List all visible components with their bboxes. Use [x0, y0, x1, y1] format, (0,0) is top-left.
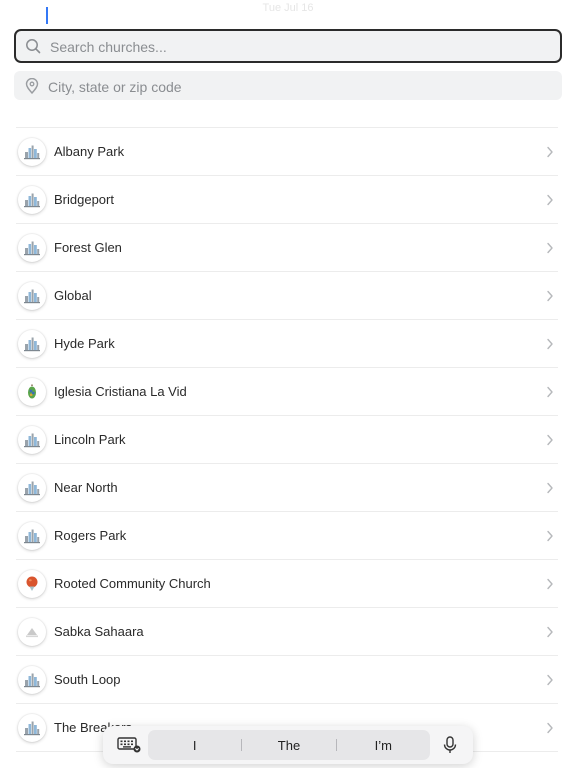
skyline-logo-icon [18, 138, 46, 166]
church-row[interactable]: Forest Glen [16, 224, 558, 272]
church-row[interactable]: Bridgeport [16, 176, 558, 224]
search-icon [26, 39, 41, 54]
vine-logo-icon [18, 378, 46, 406]
church-list: Albany Park Bridgeport Forest Glen Global Hy… [16, 127, 558, 752]
balloon-logo-icon [18, 570, 46, 598]
skyline-logo-icon [18, 474, 46, 502]
skyline-logo-icon [18, 330, 46, 358]
search-field[interactable] [14, 29, 562, 63]
chevron-right-icon [547, 578, 553, 590]
church-row[interactable]: Global [16, 272, 558, 320]
chevron-right-icon [547, 674, 553, 686]
autocorrect-suggestions: I The I’m [148, 730, 430, 760]
status-bar: Tue Jul 16 [0, 0, 576, 18]
text-caret [46, 7, 48, 24]
church-name: Iglesia Cristiana La Vid [54, 384, 187, 399]
suggestion-2[interactable]: The [242, 738, 335, 753]
skyline-logo-icon [18, 666, 46, 694]
search-input[interactable] [48, 31, 552, 63]
church-name: Global [54, 288, 92, 303]
chevron-right-icon [547, 146, 553, 158]
church-name: Forest Glen [54, 240, 122, 255]
chevron-right-icon [547, 434, 553, 446]
church-row[interactable]: South Loop [16, 656, 558, 704]
church-row[interactable]: Sabka Sahaara [16, 608, 558, 656]
suggestion-3[interactable]: I’m [337, 738, 430, 753]
chevron-right-icon [547, 626, 553, 638]
church-row[interactable]: Iglesia Cristiana La Vid [16, 368, 558, 416]
church-name: Rogers Park [54, 528, 127, 543]
church-row[interactable]: Lincoln Park [16, 416, 558, 464]
skyline-logo-icon [18, 714, 46, 742]
skyline-logo-icon [18, 282, 46, 310]
status-bar-date: Tue Jul 16 [262, 2, 314, 14]
keyboard-shortcut-bar: I The I’m [103, 726, 473, 764]
location-input[interactable] [46, 71, 550, 102]
chevron-right-icon [547, 338, 553, 350]
church-name: Sabka Sahaara [54, 624, 144, 639]
suggestion-1[interactable]: I [148, 738, 241, 753]
church-name: Hyde Park [54, 336, 115, 351]
location-pin-icon [25, 78, 39, 94]
chevron-right-icon [547, 194, 553, 206]
church-name: Lincoln Park [54, 432, 126, 447]
chevron-right-icon [547, 722, 553, 734]
church-name: Bridgeport [54, 192, 114, 207]
location-field[interactable] [14, 71, 562, 102]
chevron-right-icon [547, 386, 553, 398]
skyline-logo-icon [18, 522, 46, 550]
church-name: South Loop [54, 672, 121, 687]
chevron-right-icon [547, 530, 553, 542]
community-logo-icon [18, 618, 46, 646]
microphone-icon[interactable] [443, 736, 457, 754]
chevron-right-icon [547, 482, 553, 494]
chevron-right-icon [547, 242, 553, 254]
keyboard-dismiss-icon[interactable] [117, 737, 141, 753]
church-row[interactable]: Rooted Community Church [16, 560, 558, 608]
church-row[interactable]: Albany Park [16, 128, 558, 176]
skyline-logo-icon [18, 234, 46, 262]
church-name: Albany Park [54, 144, 125, 159]
church-name: Near North [54, 480, 118, 495]
church-row[interactable]: Near North [16, 464, 558, 512]
chevron-right-icon [547, 290, 553, 302]
skyline-logo-icon [18, 186, 46, 214]
church-row[interactable]: Rogers Park [16, 512, 558, 560]
church-name: Rooted Community Church [54, 576, 211, 591]
church-row[interactable]: Hyde Park [16, 320, 558, 368]
skyline-logo-icon [18, 426, 46, 454]
